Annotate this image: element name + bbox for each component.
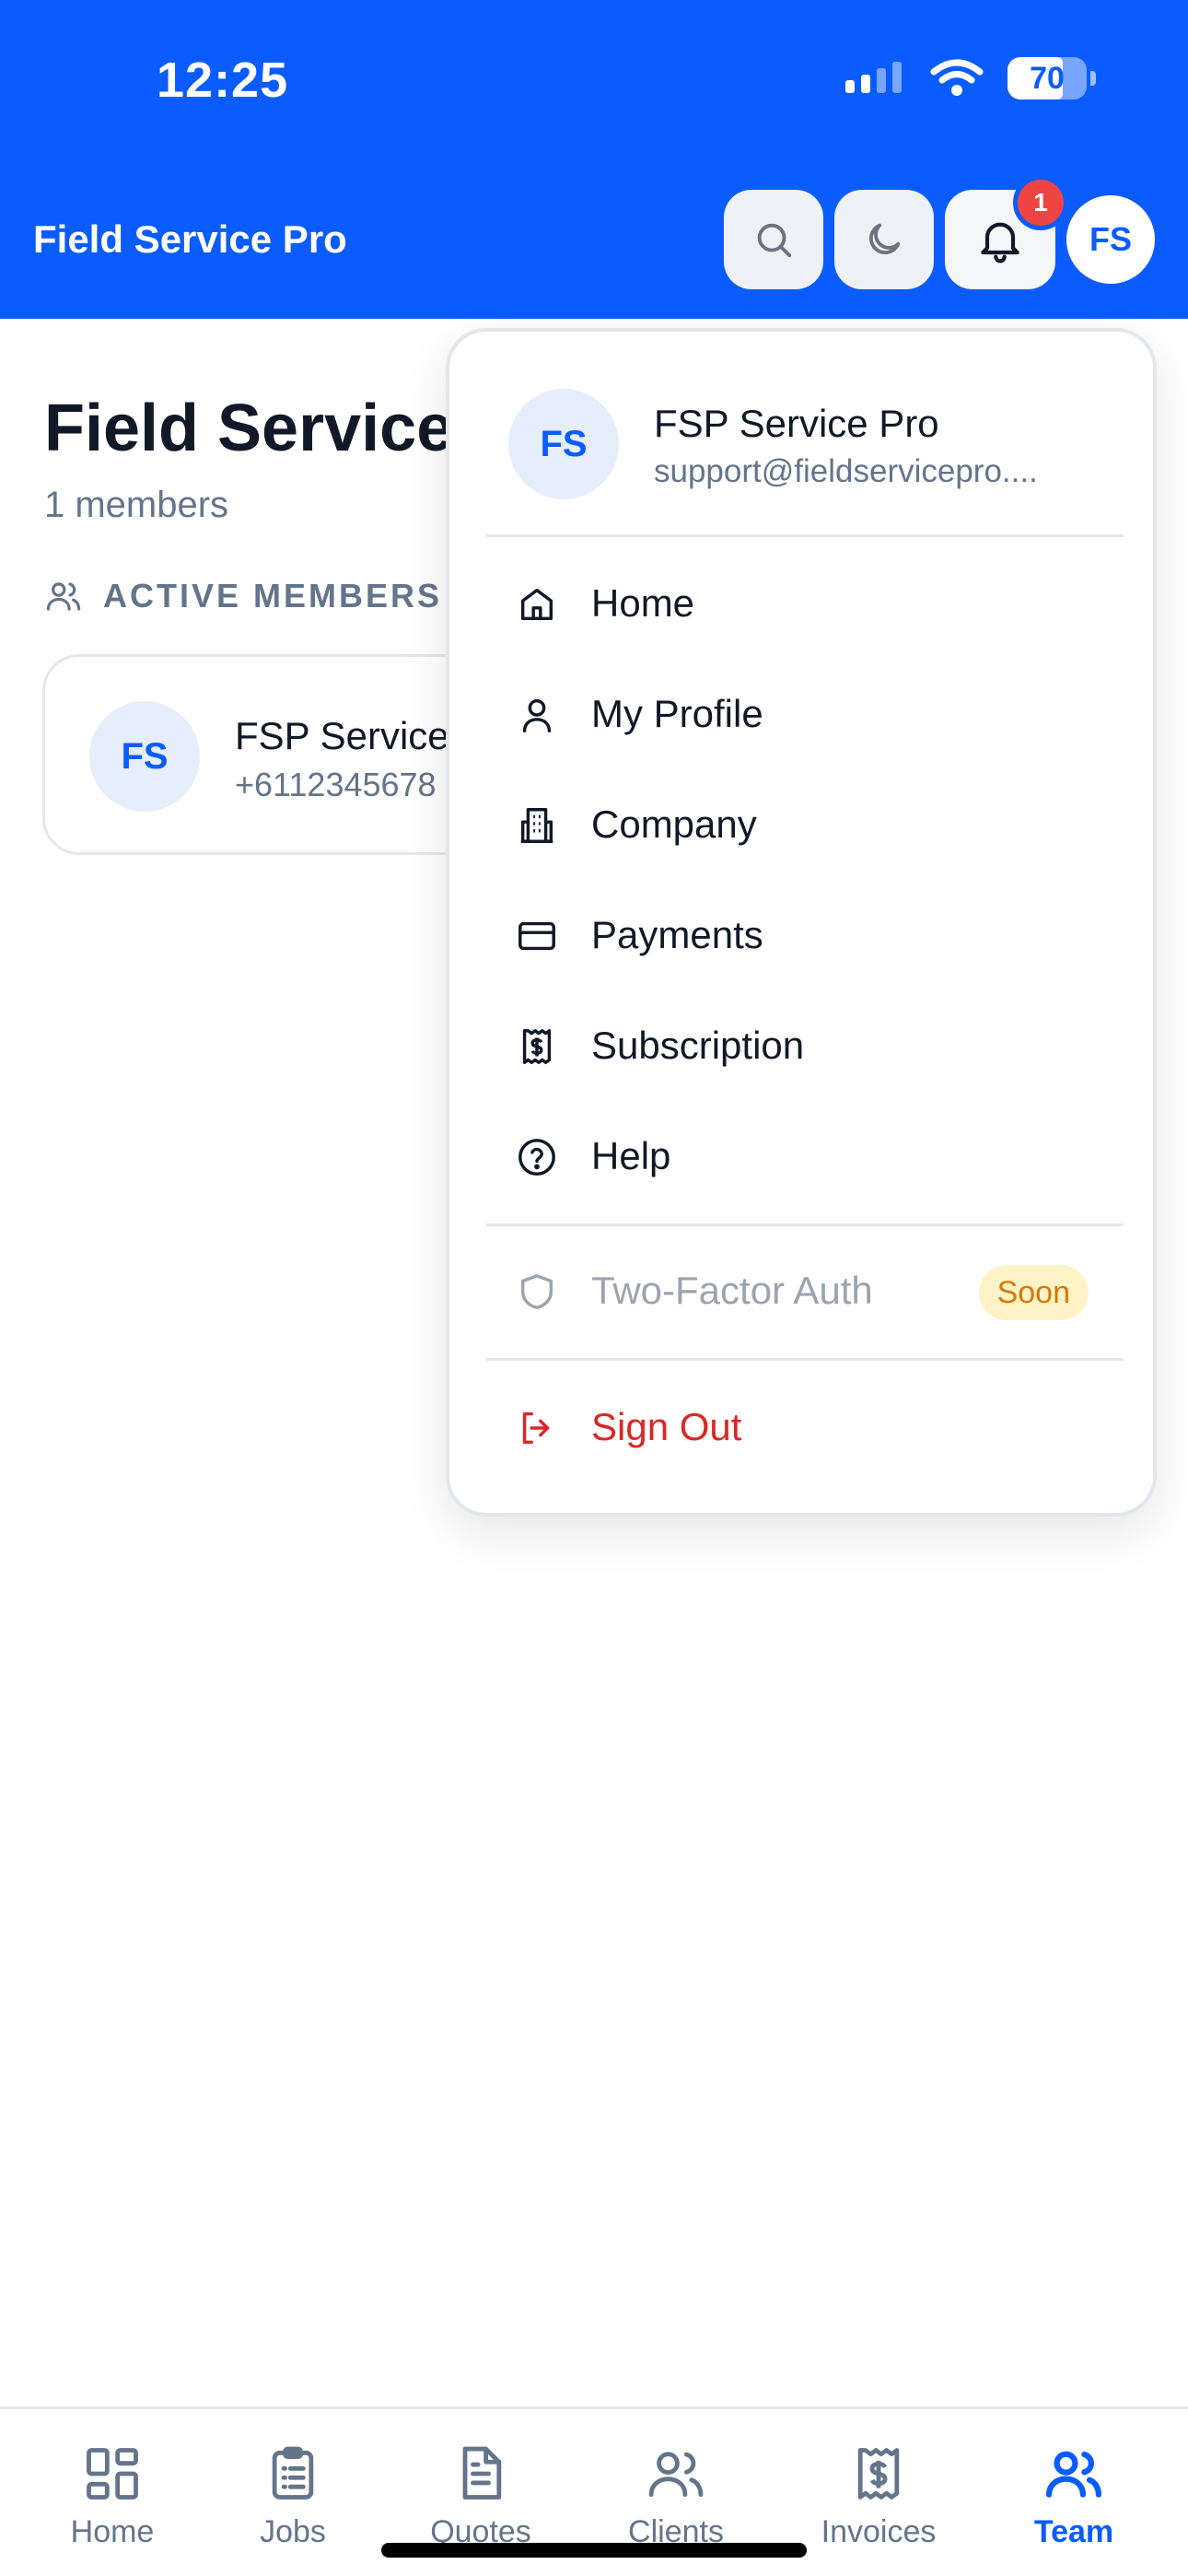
- menu-item-company[interactable]: Company: [449, 774, 1153, 875]
- menu-item-subscription[interactable]: Subscription: [449, 995, 1153, 1096]
- credit-card-icon: [516, 915, 558, 957]
- menu-item-label: Company: [591, 802, 757, 846]
- nav-label: Home: [70, 2514, 155, 2549]
- menu-item-label: Two-Factor Auth: [591, 1269, 873, 1312]
- receipt-icon: [516, 1025, 558, 1068]
- dropdown-divider: [486, 1358, 1124, 1361]
- nav-item-jobs[interactable]: Jobs: [201, 2442, 385, 2562]
- page-title: Field Service: [44, 392, 454, 465]
- file-text-icon: [449, 2442, 512, 2505]
- receipt-icon: [847, 2442, 910, 2505]
- section-label: ACTIVE MEMBERS: [44, 577, 442, 615]
- user-icon: [516, 694, 558, 736]
- member-name: FSP Service: [235, 714, 449, 757]
- member-avatar: FS: [89, 701, 200, 812]
- section-label-text: ACTIVE MEMBERS: [103, 577, 443, 615]
- dropdown-divider: [486, 534, 1124, 537]
- menu-item-my-profile[interactable]: My Profile: [449, 663, 1153, 765]
- status-bar: 12:25 70: [0, 0, 1188, 164]
- log-out-icon: [516, 1407, 558, 1449]
- app-header: Field Service Pro 1 FS: [0, 164, 1188, 319]
- clipboard-icon: [262, 2442, 324, 2505]
- dark-mode-toggle[interactable]: [834, 190, 934, 289]
- notifications-button[interactable]: 1: [945, 175, 1068, 289]
- notification-badge: 1: [1013, 175, 1068, 230]
- team-icon: [1041, 2442, 1107, 2505]
- users-icon: [44, 577, 83, 615]
- home-indicator: [381, 2543, 807, 2558]
- grid-icon: [81, 2442, 144, 2505]
- nav-label: Invoices: [821, 2514, 937, 2549]
- search-icon: [752, 218, 795, 261]
- menu-item-help[interactable]: Help: [449, 1106, 1153, 1207]
- dropdown-divider: [486, 1224, 1124, 1226]
- status-icons: 70: [845, 57, 1096, 100]
- app-title: Field Service Pro: [33, 217, 347, 261]
- moon-icon: [863, 218, 905, 261]
- nav-item-team[interactable]: Team: [982, 2442, 1166, 2562]
- member-count: 1 members: [44, 485, 229, 525]
- battery-level: 70: [1030, 60, 1065, 96]
- users-icon: [645, 2442, 707, 2505]
- member-phone: +6112345678: [235, 766, 437, 803]
- menu-item-payments[interactable]: Payments: [449, 884, 1153, 986]
- home-icon: [516, 583, 558, 626]
- menu-item-two-factor-auth: Two-Factor Auth Soon: [449, 1240, 1153, 1341]
- battery-indicator: 70: [1007, 57, 1096, 100]
- nav-label: Jobs: [260, 2514, 326, 2549]
- status-time: 12:25: [157, 53, 289, 108]
- menu-item-label: Home: [591, 581, 695, 625]
- bell-icon: [974, 214, 1026, 265]
- cellular-signal-icon: [845, 60, 906, 97]
- soon-badge: Soon: [978, 1265, 1089, 1320]
- menu-item-label: Help: [591, 1134, 671, 1177]
- dropdown-user-info: FS FSP Service Pro support@fieldservicep…: [449, 332, 1153, 534]
- menu-item-home[interactable]: Home: [449, 553, 1153, 654]
- search-button[interactable]: [724, 190, 823, 289]
- dropdown-user-name: FSP Service Pro: [654, 402, 939, 445]
- nav-label: Team: [1033, 2514, 1114, 2549]
- sign-out-button[interactable]: Sign Out: [449, 1376, 1153, 1478]
- nav-item-invoices[interactable]: Invoices: [786, 2442, 971, 2562]
- wifi-icon: [930, 59, 984, 98]
- user-avatar-button[interactable]: FS: [1066, 195, 1155, 284]
- building-icon: [516, 804, 558, 847]
- nav-item-home[interactable]: Home: [20, 2442, 204, 2562]
- dropdown-user-email: support@fieldservicepro....: [654, 453, 1038, 489]
- menu-item-label: My Profile: [591, 692, 763, 735]
- menu-item-label: Subscription: [591, 1024, 805, 1067]
- menu-item-label: Sign Out: [591, 1405, 742, 1448]
- user-dropdown-menu: FS FSP Service Pro support@fieldservicep…: [446, 328, 1157, 1516]
- shield-icon: [516, 1270, 558, 1313]
- dropdown-avatar: FS: [508, 389, 619, 499]
- battery-cap: [1090, 71, 1096, 86]
- help-circle-icon: [516, 1136, 558, 1178]
- menu-item-label: Payments: [591, 913, 763, 956]
